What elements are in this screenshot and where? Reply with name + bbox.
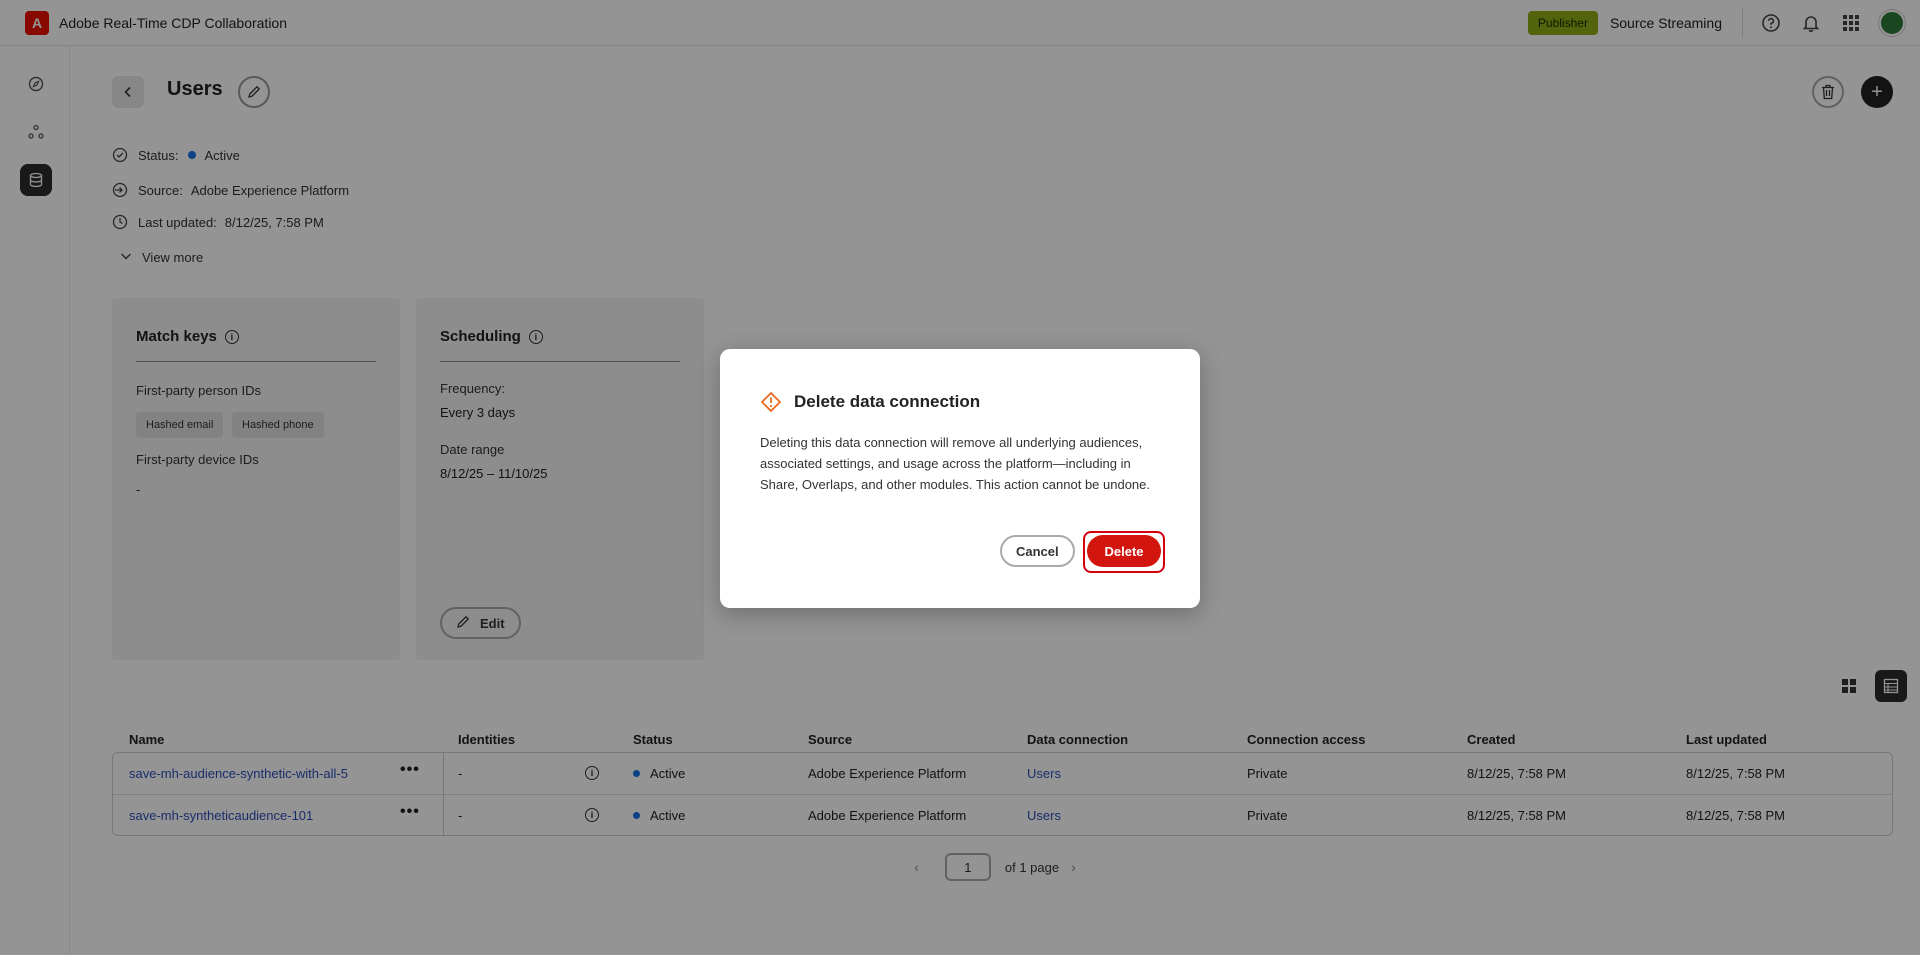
alert-icon bbox=[760, 391, 782, 413]
delete-dialog: Delete data connection Deleting this dat… bbox=[720, 349, 1200, 608]
dialog-title: Delete data connection bbox=[760, 391, 980, 413]
dialog-title-text: Delete data connection bbox=[794, 392, 981, 411]
delete-button[interactable]: Delete bbox=[1087, 535, 1161, 567]
dialog-body: Deleting this data connection will remov… bbox=[760, 435, 1151, 492]
cancel-button[interactable]: Cancel bbox=[1000, 535, 1075, 567]
